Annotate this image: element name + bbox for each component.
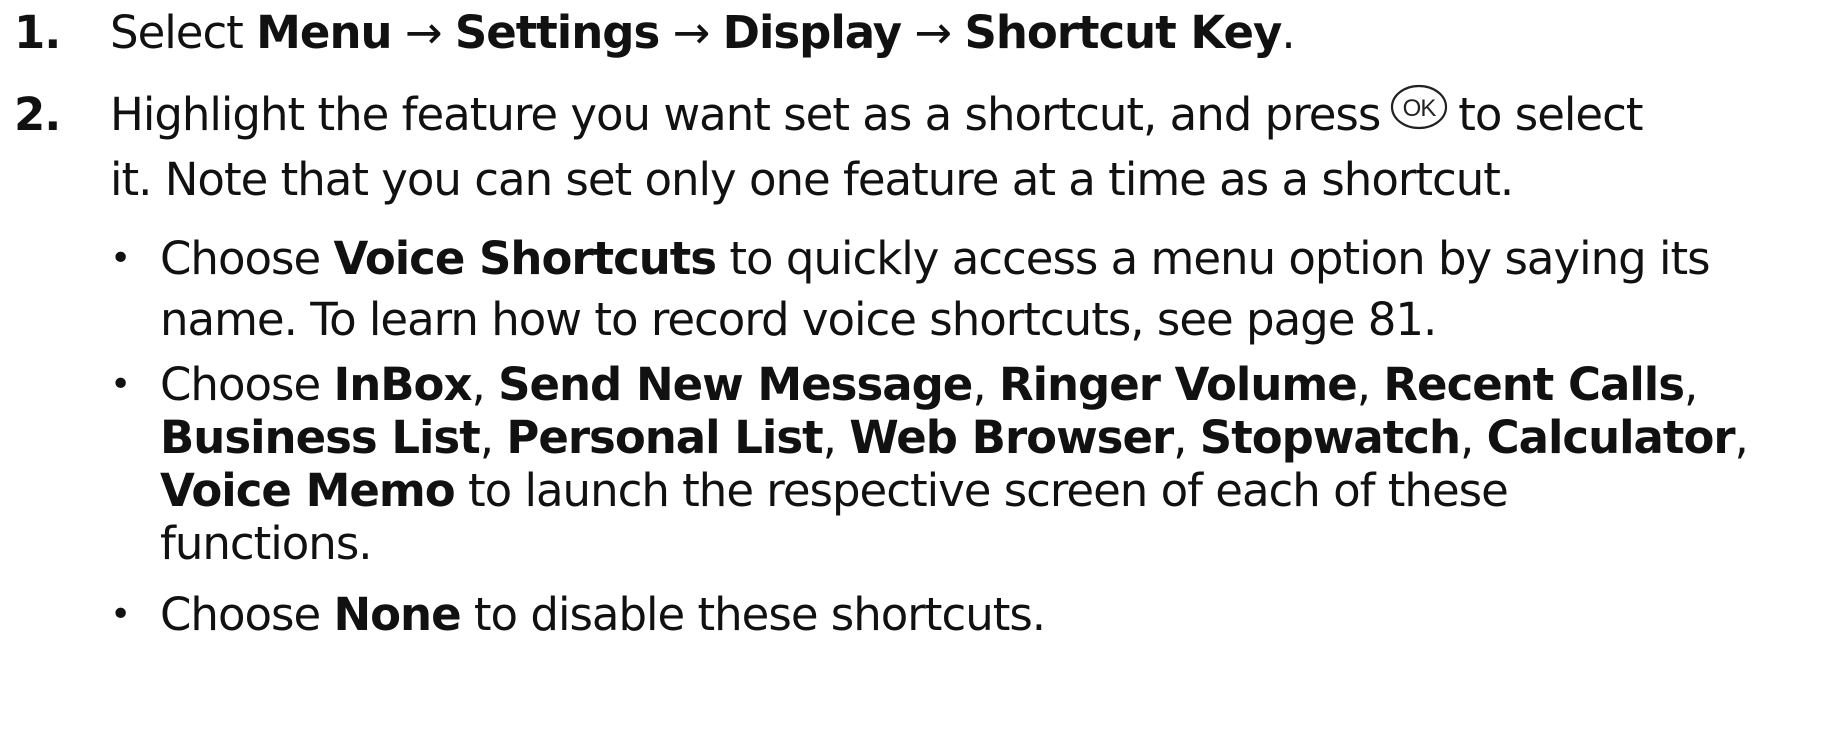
arrow-text: →: [659, 6, 723, 59]
inbox-term: InBox: [333, 358, 472, 411]
text-span: ,: [1734, 411, 1749, 464]
bullet-dot: •: [110, 594, 131, 635]
text-span: name. To learn how to record voice short…: [160, 293, 1437, 346]
text-span: ,: [972, 358, 999, 411]
text-span: Choose: [160, 588, 334, 641]
menu-term: Menu: [256, 6, 392, 59]
voice-shortcuts-term: Voice Shortcuts: [333, 232, 717, 285]
arrow-text: →: [391, 6, 455, 59]
text-span: functions.: [160, 517, 373, 570]
business-list-term: Business List: [160, 411, 481, 464]
display-term: Display: [722, 6, 903, 59]
arrow-text: →: [901, 6, 965, 59]
bullet-line: Choose None to disable these shortcuts.: [160, 584, 1828, 645]
manual-page: 1. Select Menu → Settings → Display → Sh…: [0, 0, 1828, 733]
bullet-text: Choose Voice Shortcuts to quickly access…: [160, 228, 1828, 350]
ringer-volume-term: Ringer Volume: [998, 358, 1358, 411]
bullet-line: Voice Memo to launch the respective scre…: [160, 460, 1828, 521]
text-span: ,: [822, 411, 850, 464]
bullet-dot: •: [110, 364, 131, 405]
bullet-line: name. To learn how to record voice short…: [160, 289, 1828, 350]
step-2-line-2: it. Note that you can set only one featu…: [110, 152, 1514, 206]
calculator-term: Calculator: [1486, 411, 1736, 464]
shortcut-key-term: Shortcut Key: [964, 6, 1282, 59]
bullet-line: Business List, Personal List, Web Browse…: [160, 407, 1828, 468]
text-span: Choose: [160, 358, 334, 411]
svg-text:OK: OK: [1403, 95, 1437, 122]
stopwatch-term: Stopwatch: [1199, 411, 1461, 464]
text-span: ,: [1684, 358, 1698, 411]
bullet-line: functions.: [160, 513, 1828, 574]
ok-key-icon: OK: [1390, 84, 1448, 145]
bullet-line: Choose InBox, Send New Message, Ringer V…: [160, 354, 1828, 415]
recent-calls-term: Recent Calls: [1383, 358, 1685, 411]
bullet-text: Choose None to disable these shortcuts.: [160, 584, 1828, 645]
step-1-line: Select Menu → Settings → Display → Short…: [110, 2, 1820, 63]
text-span: to disable these shortcuts.: [460, 588, 1046, 641]
step-2-text: Highlight the feature you want set as a …: [110, 84, 1820, 210]
text-span: Select: [110, 6, 257, 59]
send-new-message-term: Send New Message: [498, 358, 973, 411]
text-span: Highlight the feature you want set as a …: [110, 88, 1381, 141]
step-2-line-1: Highlight the feature you want set as a …: [110, 84, 1820, 149]
text-span: to launch the respective screen of each …: [454, 464, 1509, 517]
bullet-line: Choose Voice Shortcuts to quickly access…: [160, 228, 1828, 289]
text-span: to select: [1458, 88, 1643, 141]
voice-memo-term: Voice Memo: [160, 464, 456, 517]
bullet-dot: •: [110, 238, 131, 279]
text-span: ,: [1460, 411, 1487, 464]
step-number: 2.: [14, 88, 61, 141]
text-span: to quickly access a menu option by sayin…: [716, 232, 1710, 285]
text-span: .: [1281, 6, 1295, 59]
settings-term: Settings: [454, 6, 660, 59]
web-browser-term: Web Browser: [849, 411, 1174, 464]
text-span: ,: [1173, 411, 1200, 464]
text-span: ,: [471, 358, 499, 411]
step-number: 1.: [14, 6, 61, 59]
none-term: None: [333, 588, 461, 641]
bullet-text: Choose InBox, Send New Message, Ringer V…: [160, 354, 1828, 574]
text-span: Choose: [160, 232, 334, 285]
personal-list-term: Personal List: [506, 411, 823, 464]
step-1-text: Select Menu → Settings → Display → Short…: [110, 2, 1820, 63]
text-span: ,: [479, 411, 507, 464]
text-span: ,: [1356, 358, 1384, 411]
